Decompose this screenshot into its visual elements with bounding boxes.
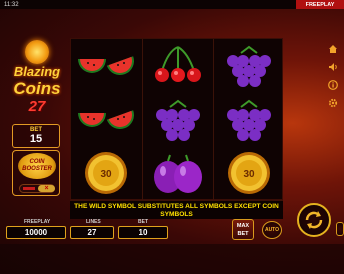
spin-button[interactable] — [297, 203, 331, 237]
reel-2 — [142, 39, 212, 201]
reel-1: 30 — [71, 39, 141, 201]
freeplay-badge: FREEPLAY — [296, 0, 344, 9]
coin-symbol-icon: 30 — [228, 152, 270, 194]
coin-booster-label-top: COIN — [29, 159, 45, 165]
info-icon[interactable] — [328, 80, 338, 90]
info-message-banner: THE WILD SYMBOL SUBSTITUTES ALL SYMBOLS … — [70, 200, 283, 219]
logo-title-line1: Blazing — [13, 64, 61, 79]
reels-grid: 30 30 — [70, 38, 283, 201]
coin-booster-toggle[interactable]: × — [19, 184, 55, 193]
plum-symbol-icon — [143, 147, 213, 201]
spin-arrows-icon — [305, 211, 323, 229]
coin-symbol: 30 — [214, 147, 284, 201]
logo-title-number: 27 — [28, 98, 46, 115]
bet-display: BET 15 — [12, 124, 60, 148]
reel-3: 30 — [213, 39, 283, 201]
coin-value: 30 — [100, 169, 112, 180]
coin-symbol-icon: 30 — [85, 152, 127, 194]
lines-label: LINES — [86, 219, 101, 225]
status-bar: 11:32 — [0, 0, 344, 9]
coin-booster-label-bottom: BOOSTER — [22, 166, 52, 172]
watermelon-symbol-icon — [71, 39, 141, 93]
sun-emblem-icon — [25, 40, 49, 64]
game-logo: Blazing Coins 27 — [4, 40, 70, 122]
max-bet-button[interactable]: MAX BET — [232, 219, 254, 240]
toggle-track-indicator — [23, 187, 35, 190]
coin-booster[interactable]: COIN BOOSTER × — [12, 150, 60, 196]
turbo-button[interactable] — [336, 222, 344, 236]
gear-icon[interactable] — [328, 98, 338, 108]
bet-value[interactable]: 10 — [118, 226, 168, 239]
cherries-symbol-icon — [143, 39, 213, 93]
grapes-symbol-icon — [214, 39, 284, 93]
bet-label: BET — [138, 219, 148, 225]
freeplay-balance: 10000 — [6, 226, 66, 239]
coin-booster-badge: COIN BOOSTER — [18, 153, 56, 179]
coin-value: 30 — [243, 169, 255, 180]
status-time: 11:32 — [4, 1, 19, 8]
logo-title-line2: Coins — [13, 79, 61, 98]
close-icon: × — [38, 185, 55, 192]
volume-icon[interactable] — [328, 62, 338, 72]
bet-display-value: 15 — [29, 133, 43, 145]
watermelon-symbol-icon — [71, 93, 141, 147]
auto-button[interactable]: AUTO — [262, 221, 282, 239]
home-icon[interactable] — [328, 44, 338, 54]
grapes-symbol-icon — [214, 93, 284, 147]
bottom-bar-background — [0, 244, 344, 274]
lines-value: 27 — [70, 226, 114, 239]
grapes-symbol-icon — [143, 93, 213, 147]
coin-symbol: 30 — [71, 147, 141, 201]
freeplay-label: FREEPLAY — [24, 219, 51, 225]
